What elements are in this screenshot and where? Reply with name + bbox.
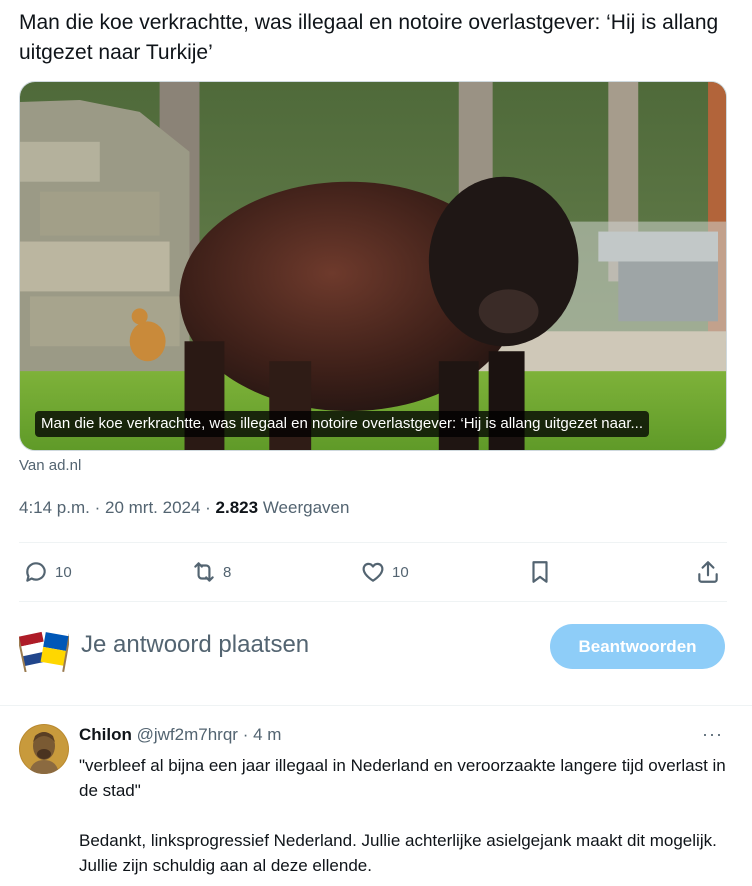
meta-separator: · [200, 498, 216, 517]
reply-author-name[interactable]: Chilon [79, 725, 132, 744]
tweet-time[interactable]: 4:14 p.m. [19, 498, 90, 517]
reply-text: "verbleef al bijna een jaar illegaal in … [79, 753, 739, 878]
heart-icon [362, 562, 384, 582]
card-caption: Man die koe verkrachtte, was illegaal en… [35, 411, 649, 437]
share-icon [698, 561, 718, 583]
tweet-meta: 4:14 p.m. · 20 mrt. 2024 · 2.823 Weergav… [19, 498, 349, 518]
reply-submit-button[interactable]: Beantwoorden [550, 624, 725, 669]
repost-count: 8 [223, 563, 232, 581]
repost-icon [194, 562, 214, 582]
bookmark-button[interactable] [527, 543, 553, 601]
reply-count: 10 [55, 563, 72, 581]
like-button[interactable]: 10 [360, 543, 409, 601]
reply-input[interactable]: Je antwoord plaatsen [81, 631, 309, 659]
avatar[interactable] [19, 724, 69, 774]
bookmark-icon [532, 561, 548, 583]
tweet-text: Man die koe verkrachtte, was illegaal en… [19, 11, 719, 64]
reply-paragraph: "verbleef al bijna een jaar illegaal in … [79, 756, 726, 800]
flag-avatar [19, 631, 69, 672]
divider [0, 705, 752, 706]
card-source[interactable]: Van ad.nl [19, 457, 81, 474]
reply-header: Chilon @jwf2m7hrqr · 4 m [79, 725, 281, 745]
reply-composer: Je antwoord plaatsen Beantwoorden [19, 601, 727, 705]
share-button[interactable] [695, 543, 721, 601]
meta-separator: · [89, 498, 105, 517]
repost-button[interactable]: 8 [191, 543, 231, 601]
reply-time[interactable]: · 4 m [238, 725, 282, 744]
card-image [20, 82, 726, 450]
link-card[interactable]: Man die koe verkrachtte, was illegaal en… [19, 81, 727, 451]
reply-icon [26, 562, 46, 582]
tweet-date[interactable]: 20 mrt. 2024 [105, 498, 200, 517]
view-count: 2.823 [215, 498, 259, 517]
reply-paragraph: Bedankt, linksprogressief Nederland. Jul… [79, 831, 717, 875]
more-icon[interactable]: ··· [702, 724, 723, 745]
view-label: Weergaven [258, 498, 350, 517]
like-count: 10 [392, 563, 409, 581]
reply-button[interactable]: 10 [23, 543, 72, 601]
action-bar: 10 8 10 [19, 543, 727, 601]
reply-author-handle[interactable]: @jwf2m7hrqr [137, 725, 238, 744]
